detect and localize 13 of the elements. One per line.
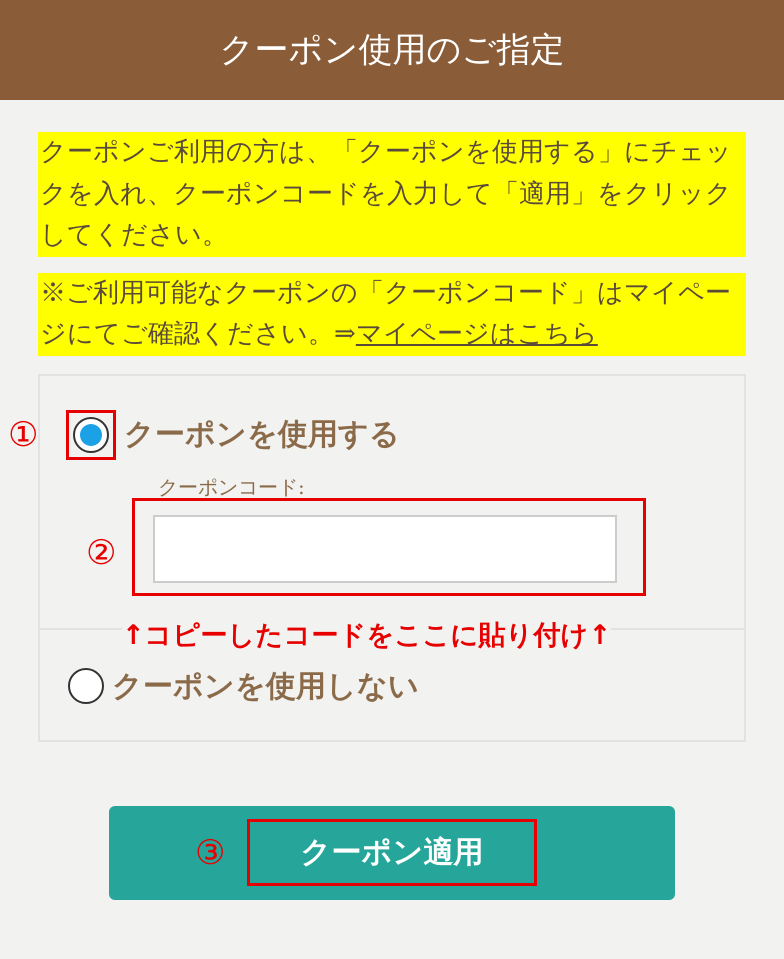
notice-text: クーポンご利用の方は、「クーポンを使用する」にチェックを入れ、クーポンコードを入力して「適用」をクリックしてください。 bbox=[38, 132, 746, 257]
field-label: クーポンコード: bbox=[158, 474, 305, 501]
mypage-link[interactable]: マイページはこちら bbox=[356, 319, 598, 350]
coupon-code-field[interactable] bbox=[153, 514, 617, 583]
step-marker: ② bbox=[86, 536, 116, 570]
radio-button[interactable] bbox=[68, 668, 104, 704]
step-marker: ③ bbox=[195, 836, 226, 870]
step-marker: ① bbox=[8, 418, 38, 452]
notice-text: ※ご利用可能なクーポンの「クーポンコード」はマイページにてご確認ください。⇒マイページはこちら bbox=[38, 272, 746, 356]
radio-button[interactable] bbox=[73, 416, 109, 453]
option-label: クーポンを使用しない bbox=[112, 668, 419, 706]
page-title: クーポン使用のご指定 bbox=[220, 28, 564, 72]
option-label: クーポンを使用する bbox=[124, 416, 400, 454]
